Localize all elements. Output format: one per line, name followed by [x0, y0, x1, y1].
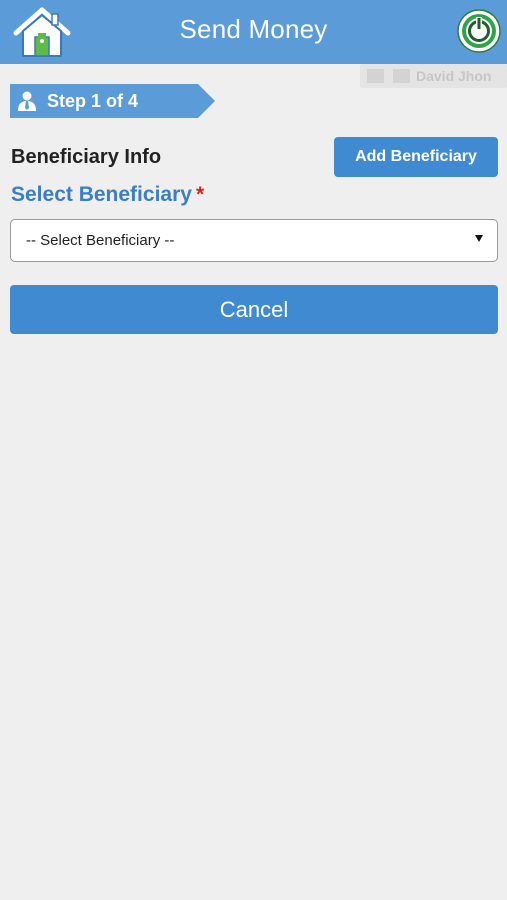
beneficiary-select-value: -- Select Beneficiary --	[26, 232, 175, 249]
required-indicator: *	[195, 183, 205, 206]
user-chip: David Jhon	[360, 64, 507, 88]
section-title: Beneficiary Info	[11, 146, 162, 168]
user-tie-icon	[18, 91, 36, 111]
select-beneficiary-label: Select Beneficiary *	[11, 183, 204, 207]
add-beneficiary-button[interactable]: Add Beneficiary	[334, 137, 498, 177]
user-badge-icon	[367, 69, 384, 83]
select-beneficiary-label-text: Select Beneficiary	[11, 183, 192, 206]
step-label: Step 1 of 4	[47, 91, 139, 111]
cancel-button[interactable]: Cancel	[10, 285, 498, 334]
beneficiary-select[interactable]: -- Select Beneficiary --	[10, 219, 498, 262]
power-icon	[457, 9, 501, 53]
user-avatar-icon	[393, 69, 410, 83]
page-title: Send Money	[179, 14, 328, 44]
app-header: Send Money	[0, 0, 507, 64]
dropdown-arrow-icon	[475, 235, 483, 242]
step-indicator: Step 1 of 4	[10, 84, 215, 118]
user-name: David Jhon	[416, 68, 492, 84]
logout-button[interactable]	[457, 9, 501, 53]
